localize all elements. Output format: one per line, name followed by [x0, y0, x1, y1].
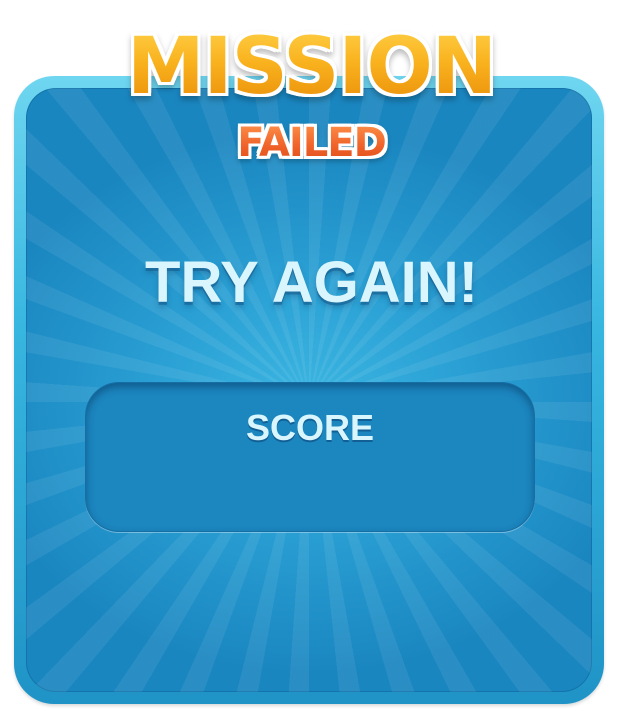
mission-title: MISSION: [0, 22, 623, 112]
mission-failed-dialog: MISSION FAILED TRY AGAIN! SCORE: [0, 0, 623, 724]
failed-subtitle: FAILED: [0, 118, 623, 168]
score-label: SCORE: [245, 407, 375, 448]
score-panel: SCORE: [85, 382, 535, 532]
try-again-message: TRY AGAIN!: [145, 250, 478, 315]
